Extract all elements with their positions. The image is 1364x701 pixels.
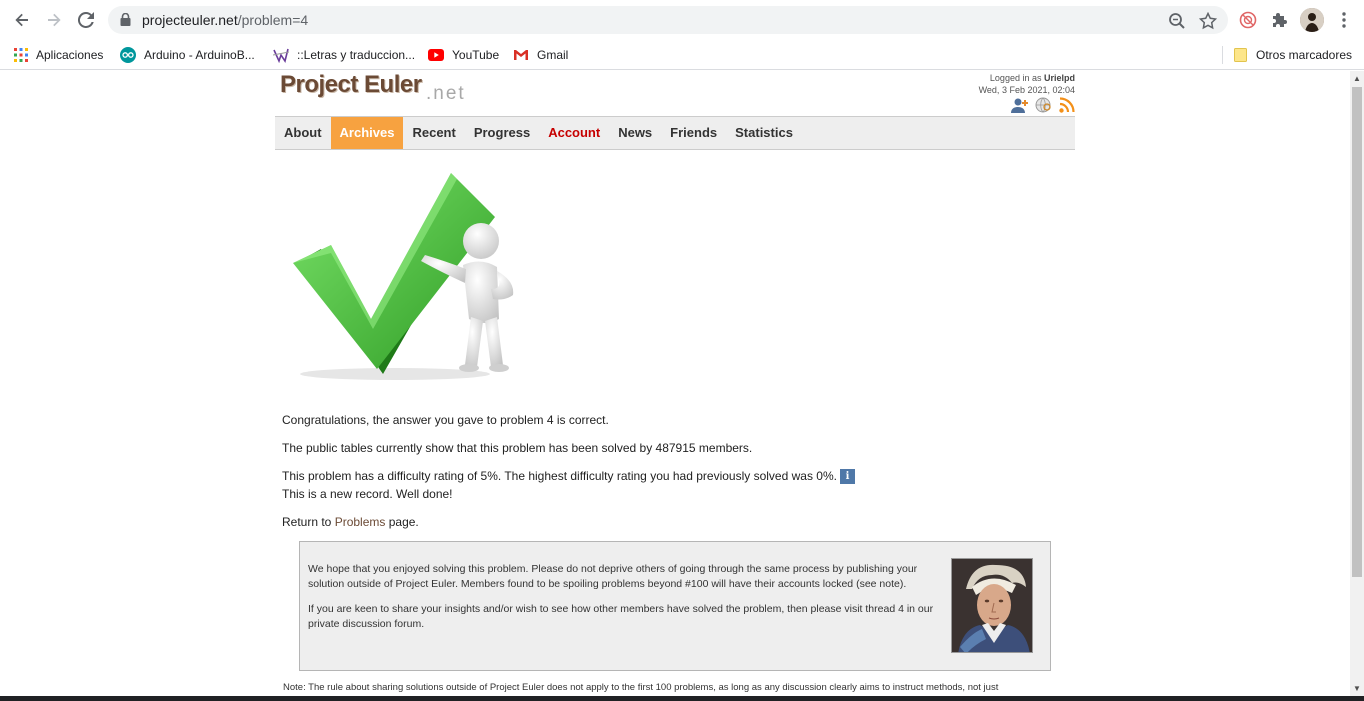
menu-recent[interactable]: Recent — [403, 117, 464, 149]
username[interactable]: Urielpd — [1044, 73, 1075, 83]
bookmark-otros-marcadores[interactable]: Otros marcadores — [1234, 44, 1352, 66]
extension-red-icon[interactable] — [1237, 9, 1259, 31]
menu-progress[interactable]: Progress — [465, 117, 539, 149]
logo-main-text: Project Euler — [280, 71, 422, 98]
bookmark-youtube[interactable]: YouTube — [428, 44, 499, 66]
scroll-up-arrow-icon[interactable]: ▲ — [1353, 74, 1361, 83]
return-prefix: Return to — [282, 515, 332, 529]
url-host: projecteuler.net — [142, 12, 238, 28]
logo-net-text: .net — [426, 83, 466, 104]
globe-search-icon[interactable] — [1035, 97, 1053, 113]
folder-icon — [1234, 48, 1247, 62]
youtube-icon — [428, 49, 444, 61]
bookmark-label: Arduino - ArduinoB... — [144, 48, 255, 62]
difficulty-block: This problem has a difficulty rating of … — [282, 467, 1072, 503]
arrow-left-icon — [15, 13, 28, 27]
new-record-text: This is a new record. Well done! — [282, 487, 453, 501]
reload-icon — [78, 12, 94, 28]
rss-icon[interactable] — [1059, 97, 1075, 113]
solved-by-text: The public tables currently show that th… — [282, 441, 753, 455]
menu-friends[interactable]: Friends — [661, 117, 726, 149]
bookmark-label: YouTube — [452, 48, 500, 62]
add-friend-icon[interactable] — [1011, 97, 1029, 113]
notice-paragraph-1: We hope that you enjoyed solving this pr… — [308, 563, 918, 590]
zoom-icon[interactable] — [1168, 12, 1186, 30]
congratulations-text: Congratulations, the answer you gave to … — [282, 413, 609, 427]
bookmarks-bar: Aplicaciones Arduino - ArduinoB... ::Let… — [0, 40, 1364, 70]
bookmark-label: Aplicaciones — [36, 48, 104, 62]
site-logo[interactable]: Project Euler .net — [280, 71, 464, 104]
apps-grid-icon — [14, 48, 28, 62]
address-bar[interactable]: projecteuler.net/problem=4 — [108, 6, 1228, 34]
login-info: Logged in as Urielpd Wed, 3 Feb 2021, 02… — [979, 72, 1075, 96]
main-menu: About Archives Recent Progress Account N… — [275, 116, 1075, 150]
bookmark-arduino[interactable]: Arduino - ArduinoB... — [120, 44, 255, 66]
bookmark-label: Otros marcadores — [1256, 48, 1353, 62]
letras-icon — [273, 48, 289, 63]
correct-answer-checkmark-image — [293, 173, 514, 380]
menu-about[interactable]: About — [275, 117, 331, 149]
notice-paragraph-2: If you are keen to share your insights a… — [308, 603, 934, 630]
url-text: projecteuler.net/problem=4 — [142, 12, 308, 28]
problems-link[interactable]: Problems — [335, 515, 386, 529]
puzzle-icon[interactable] — [1269, 9, 1291, 31]
bookmark-label: Gmail — [537, 48, 569, 62]
page-scrollbar[interactable]: ▲ ▼ — [1350, 71, 1364, 696]
info-icon[interactable]: i — [839, 469, 855, 485]
url-path: /problem=4 — [237, 12, 309, 28]
reload-button[interactable] — [72, 6, 100, 34]
browser-toolbar: projecteuler.net/problem=4 — [0, 0, 1364, 40]
arduino-icon — [120, 47, 136, 63]
bookmark-gmail[interactable]: Gmail — [513, 44, 568, 66]
euler-portrait — [951, 558, 1033, 653]
star-icon[interactable] — [1199, 12, 1217, 30]
scroll-down-arrow-icon[interactable]: ▼ — [1353, 684, 1361, 693]
bookmark-letras[interactable]: ::Letras y traduccion... — [273, 44, 415, 66]
user-icons — [1011, 97, 1075, 113]
spoiler-notice-box: We hope that you enjoyed solving this pr… — [299, 541, 1051, 671]
menu-statistics[interactable]: Statistics — [726, 117, 802, 149]
login-prefix: Logged in as — [989, 73, 1042, 83]
taskbar-edge — [0, 696, 1364, 701]
menu-account[interactable]: Account — [539, 117, 609, 149]
back-button[interactable] — [8, 6, 36, 34]
lock-icon — [120, 13, 131, 26]
difficulty-text: This problem has a difficulty rating of … — [282, 469, 837, 483]
menu-archives[interactable]: Archives — [330, 117, 404, 149]
return-suffix: page. — [388, 515, 419, 529]
menu-news[interactable]: News — [609, 117, 661, 149]
menu-kebab-icon[interactable] — [1333, 9, 1355, 31]
forward-button[interactable] — [40, 6, 68, 34]
scroll-thumb[interactable] — [1352, 87, 1362, 577]
bookmarks-separator — [1222, 46, 1223, 64]
sharing-rule-note: Note: The rule about sharing solutions o… — [283, 682, 999, 693]
bookmark-label: ::Letras y traduccion... — [297, 48, 416, 62]
gmail-icon — [514, 50, 528, 60]
result-content: Congratulations, the answer you gave to … — [282, 411, 1072, 541]
arrow-right-icon — [48, 13, 61, 27]
return-to-problems: Return to Problems page. — [282, 513, 1072, 531]
current-datetime: Wed, 3 Feb 2021, 02:04 — [978, 85, 1075, 95]
bookmark-aplicaciones[interactable]: Aplicaciones — [14, 44, 103, 66]
profile-avatar[interactable] — [1300, 8, 1324, 32]
